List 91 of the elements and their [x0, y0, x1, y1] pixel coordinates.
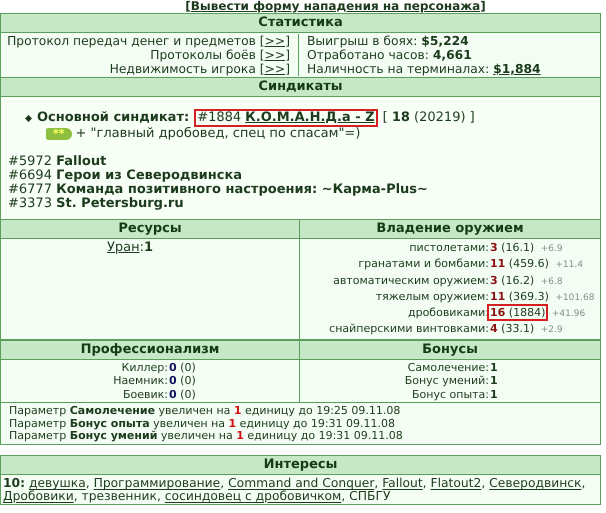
bonus-value: 1: [490, 360, 498, 374]
section-title: Бонусы: [300, 340, 600, 360]
weapon-gain: +11.4: [555, 260, 583, 270]
syndicate-link[interactable]: К.О.М.А.Н.Д.а - Z: [245, 111, 375, 125]
weapon-gain: +101.68: [555, 292, 594, 303]
weapon-label: автоматическим оружием:: [332, 272, 490, 289]
weapon-label: пистолетами:: [408, 240, 490, 256]
separator: ,: [86, 476, 90, 490]
syndicate-number: #5972: [8, 154, 52, 169]
stat-value: 4,661: [432, 48, 472, 62]
bonus-value: 1: [490, 374, 498, 388]
weapon-value: 4 (33.1): [489, 321, 536, 338]
weapon-gain: +6.8: [540, 276, 563, 287]
interest-text: трезвенник: [82, 488, 157, 503]
section-title: Профессионализм: [1, 340, 300, 360]
syndicate-name: St. Petersburg.ru: [56, 196, 184, 211]
section-title: Синдикаты: [1, 77, 600, 97]
interest-count: 10:: [3, 476, 26, 490]
section-title: Статистика: [1, 13, 600, 33]
separator: ,: [341, 488, 346, 503]
protocol-link[interactable]: [>>]: [260, 48, 290, 62]
interest-link[interactable]: Flatout2: [430, 476, 482, 490]
weapon-label: дробовиками:: [406, 305, 490, 322]
skill-label: Наемник:: [112, 374, 169, 388]
separator: ,: [156, 488, 161, 503]
attack-form-link[interactable]: [Вывести форму нападения на персонажа]: [0, 0, 601, 13]
bonus-value: 1: [490, 388, 498, 401]
protocol-label: Протоколы боёв: [150, 48, 256, 62]
syndicate-motto: + "главный дробовед, спец по спасам"=): [76, 127, 360, 141]
skill-value: 0 (0): [169, 374, 197, 388]
stat-value: $5,224: [421, 34, 469, 48]
separator: ,: [481, 476, 486, 490]
separator: ,: [422, 476, 427, 490]
syndicate-name: Fallout: [56, 154, 106, 169]
interest-link[interactable]: Северодвинск: [489, 476, 582, 490]
weapon-label: снайперскими винтовками:: [328, 321, 490, 338]
section-title: Ресурсы: [1, 219, 300, 239]
separator: ,: [374, 476, 378, 490]
interest-link[interactable]: сосиндовец с дробовичком: [164, 488, 342, 503]
weapon-value: 3 (16.1): [489, 240, 536, 256]
interest-link[interactable]: Fallout: [382, 476, 423, 490]
bonus-notice: Параметр Бонус опыта увеличен на 1 единицу до 19:31 09.11.08: [9, 418, 396, 430]
syndicate-name: Герои из Северодвинска: [56, 168, 242, 183]
syndicate-number: #6777: [8, 182, 52, 197]
weapon-value: 3 (16.2): [489, 272, 536, 289]
bonus-notice: Параметр Бонус умений увеличен на 1 единицу до 19:31 09.11.08: [9, 430, 404, 442]
protocol-label: Недвижимость игрока: [110, 62, 256, 76]
bonus-notice: Параметр Самолечение увеличен на 1 единицу до 19:25 09.11.08: [9, 405, 402, 418]
weapon-gain: +6.9: [540, 244, 563, 254]
skill-label: Боевик:: [122, 388, 169, 402]
stat-label: Отработано часов:: [307, 48, 429, 62]
bonus-label: Бонус умений:: [404, 374, 490, 388]
syndicate-level: [ 18 (20219) ]: [382, 111, 475, 125]
section-title: Владение оружием: [300, 219, 600, 239]
interest-link[interactable]: Command and Conquer: [228, 476, 374, 490]
resource-link[interactable]: Уран: [106, 240, 140, 255]
separator: ,: [220, 476, 224, 490]
interest-link[interactable]: Дробовики: [3, 488, 74, 503]
weapon-gain: +41.96: [552, 309, 586, 320]
separator: ,: [74, 488, 78, 503]
syndicate-number: #6694: [8, 168, 52, 183]
syndicate-name: Команда позитивного настроения: ~Карма-Plus~: [56, 182, 428, 197]
weapon-value: 11 (369.3): [489, 288, 550, 305]
section-title: Интересы: [1, 455, 600, 476]
syndicate-number: #1884: [197, 111, 242, 125]
stat-label: Наличность на терминалах:: [307, 62, 490, 76]
protocol-label: Протокол передач денег и предметов: [7, 34, 256, 48]
interest-link[interactable]: Программирование: [94, 476, 220, 490]
bonus-label: Бонус опыта:: [411, 388, 490, 402]
weapon-gain: +2.9: [540, 325, 563, 336]
syndicate-label: Основной синдикат:: [37, 111, 190, 125]
skill-value: 0 (0): [169, 388, 197, 402]
bullet-icon: [25, 114, 32, 122]
resource-value: 1: [144, 240, 154, 255]
separator: ,: [581, 476, 586, 490]
weapon-value: 11 (459.6): [489, 256, 550, 272]
weapon-label: тяжелым оружием:: [374, 288, 490, 305]
weapon-value: 16 (1884): [487, 304, 548, 322]
resource-separator: :: [140, 240, 144, 255]
bonus-label: Самолечение:: [406, 360, 490, 374]
protocol-link[interactable]: [>>]: [260, 62, 290, 76]
skill-value: 0 (0): [169, 360, 197, 374]
protocol-link[interactable]: [>>]: [260, 34, 290, 48]
value-link[interactable]: $1,884: [493, 62, 541, 76]
skill-label: Киллер:: [120, 360, 169, 374]
weapon-label: гранатами и бомбами:: [357, 256, 490, 272]
interest-link[interactable]: девушка: [28, 476, 86, 490]
rank-badge: **: [46, 128, 72, 140]
stat-label: Выигрыш в боях:: [307, 34, 418, 48]
interest-text: СПБГУ: [349, 488, 390, 503]
syndicate-number: #3373: [8, 196, 52, 211]
